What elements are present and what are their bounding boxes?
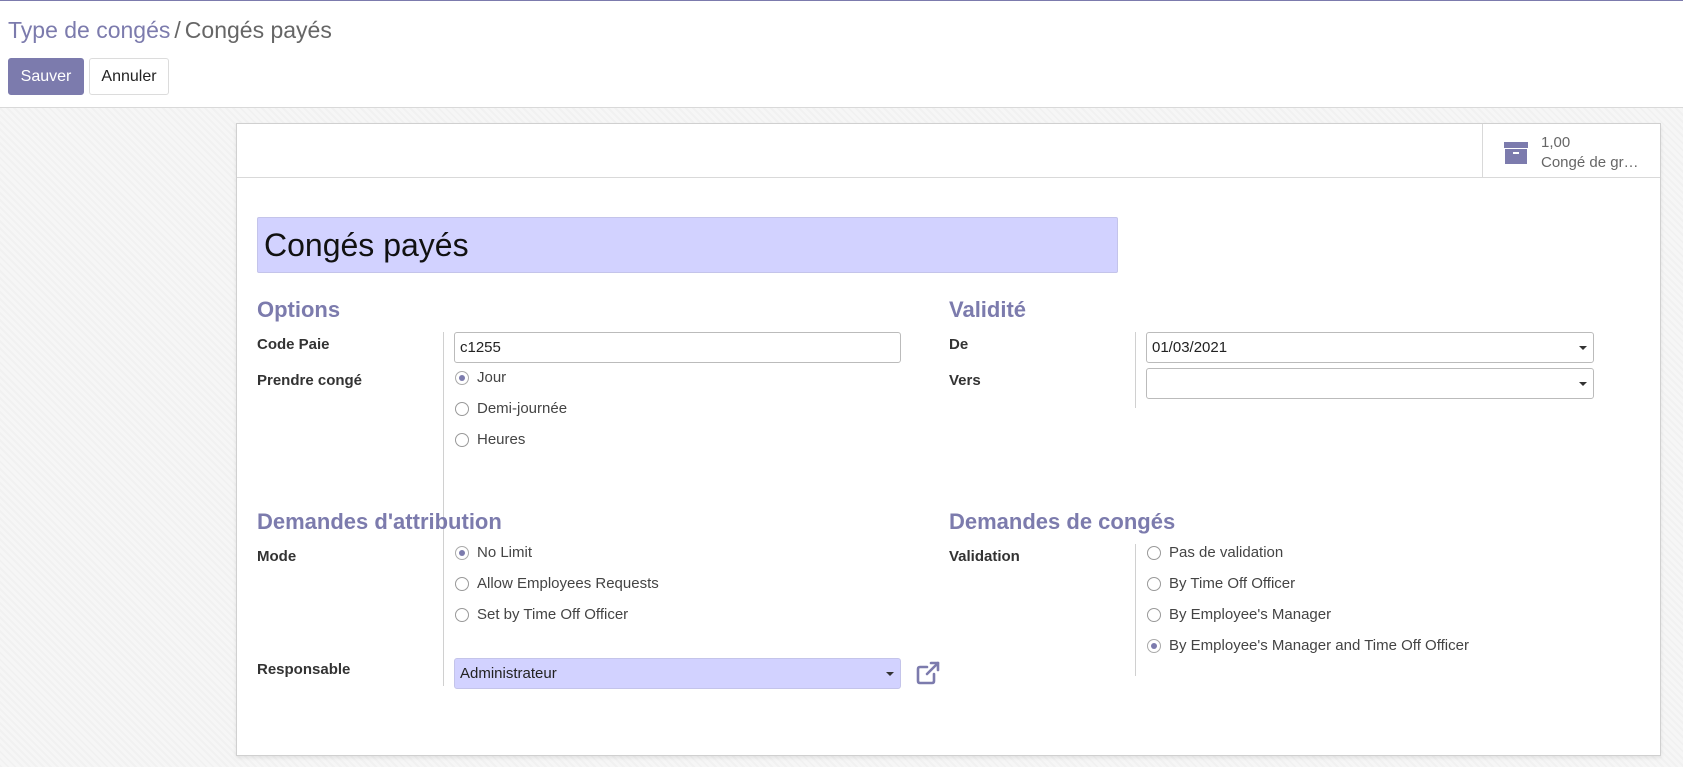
allocation-mode-option-label: Allow Employees Requests — [477, 575, 659, 592]
radio-button[interactable] — [1147, 545, 1161, 560]
cancel-button[interactable]: Annuler — [89, 58, 169, 95]
take-leave-option-label: Heures — [477, 431, 526, 448]
responsible-select[interactable]: Administrateur — [454, 658, 901, 689]
allocation-mode-label: Mode — [257, 548, 297, 565]
radio-button[interactable] — [455, 432, 469, 447]
validity-from-date-input[interactable]: 01/03/2021 — [1146, 332, 1594, 363]
take-leave-option[interactable]: Heures — [455, 431, 525, 448]
responsible-value: Administrateur — [460, 665, 557, 682]
form-sheet: 1,00 Congé de gr… Congés payés Options C… — [236, 123, 1661, 756]
take-leave-option-label: Jour — [477, 369, 507, 386]
leave-requests-divider — [1135, 544, 1136, 676]
external-link-icon[interactable] — [915, 660, 941, 686]
payroll-code-input[interactable]: c1255 — [454, 332, 901, 363]
breadcrumb-current: Congés payés — [184, 17, 332, 43]
take-leave-label: Prendre congé — [257, 372, 363, 389]
radio-button[interactable] — [1147, 576, 1161, 591]
validity-divider — [1135, 332, 1136, 408]
validation-option[interactable]: By Employee's Manager — [1147, 606, 1331, 623]
allocation-divider — [443, 544, 444, 686]
save-button[interactable]: Sauver — [8, 58, 84, 95]
radio-button[interactable] — [455, 607, 469, 622]
radio-button[interactable] — [455, 576, 469, 591]
validation-option-label: Pas de validation — [1169, 544, 1284, 561]
chevron-down-icon[interactable] — [886, 672, 894, 676]
payroll-code-label: Code Paie — [257, 336, 330, 353]
validation-option[interactable]: By Employee's Manager and Time Off Offic… — [1147, 637, 1469, 654]
breadcrumb-separator: / — [174, 17, 181, 43]
stat-value: 1,00 — [1541, 134, 1571, 151]
responsible-label: Responsable — [257, 661, 351, 678]
radio-button[interactable] — [1147, 607, 1161, 622]
allocation-mode-option[interactable]: Allow Employees Requests — [455, 575, 659, 592]
archive-icon — [1504, 142, 1528, 164]
allocation-group-title: Demandes d'attribution — [257, 509, 502, 534]
breadcrumb-parent-link[interactable]: Type de congés — [8, 17, 170, 43]
button-box: 1,00 Congé de gr… — [237, 124, 1660, 178]
validity-from-label: De — [949, 336, 969, 353]
form-content-area: 1,00 Congé de gr… Congés payés Options C… — [0, 108, 1683, 767]
validity-to-date-input[interactable] — [1146, 368, 1594, 399]
allocation-mode-option-label: Set by Time Off Officer — [477, 606, 629, 623]
allocation-mode-option-label: No Limit — [477, 544, 533, 561]
validity-to-label: Vers — [949, 372, 981, 389]
allocation-mode-option[interactable]: Set by Time Off Officer — [455, 606, 628, 623]
validation-label: Validation — [949, 548, 1020, 565]
chevron-down-icon[interactable] — [1579, 346, 1587, 350]
stat-label: Congé de gr… — [1541, 154, 1639, 171]
radio-button[interactable] — [455, 370, 469, 385]
take-leave-option-label: Demi-journée — [477, 400, 568, 417]
take-leave-option[interactable]: Jour — [455, 369, 506, 386]
allocation-mode-option[interactable]: No Limit — [455, 544, 532, 561]
chevron-down-icon[interactable] — [1579, 382, 1587, 386]
stat-button-allocations[interactable]: 1,00 Congé de gr… — [1482, 124, 1660, 177]
validation-option-label: By Employee's Manager — [1169, 606, 1332, 623]
radio-button[interactable] — [455, 545, 469, 560]
validation-option[interactable]: Pas de validation — [1147, 544, 1283, 561]
validity-from-value: 01/03/2021 — [1152, 339, 1228, 356]
take-leave-option[interactable]: Demi-journée — [455, 400, 567, 417]
options-group-title: Options — [257, 297, 341, 322]
breadcrumb: Type de congés / Congés payés — [8, 17, 332, 44]
control-panel: Type de congés / Congés payés Sauver Annul… — [0, 1, 1683, 108]
validation-option-label: By Employee's Manager and Time Off Offic… — [1169, 637, 1469, 654]
validation-option-label: By Time Off Officer — [1169, 575, 1296, 592]
radio-button[interactable] — [1147, 638, 1161, 653]
radio-button[interactable] — [455, 401, 469, 416]
validation-option[interactable]: By Time Off Officer — [1147, 575, 1295, 592]
leave-type-name-field[interactable]: Congés payés — [257, 217, 1118, 273]
leave-requests-group-title: Demandes de congés — [949, 509, 1176, 534]
validity-group-title: Validité — [949, 297, 1027, 322]
